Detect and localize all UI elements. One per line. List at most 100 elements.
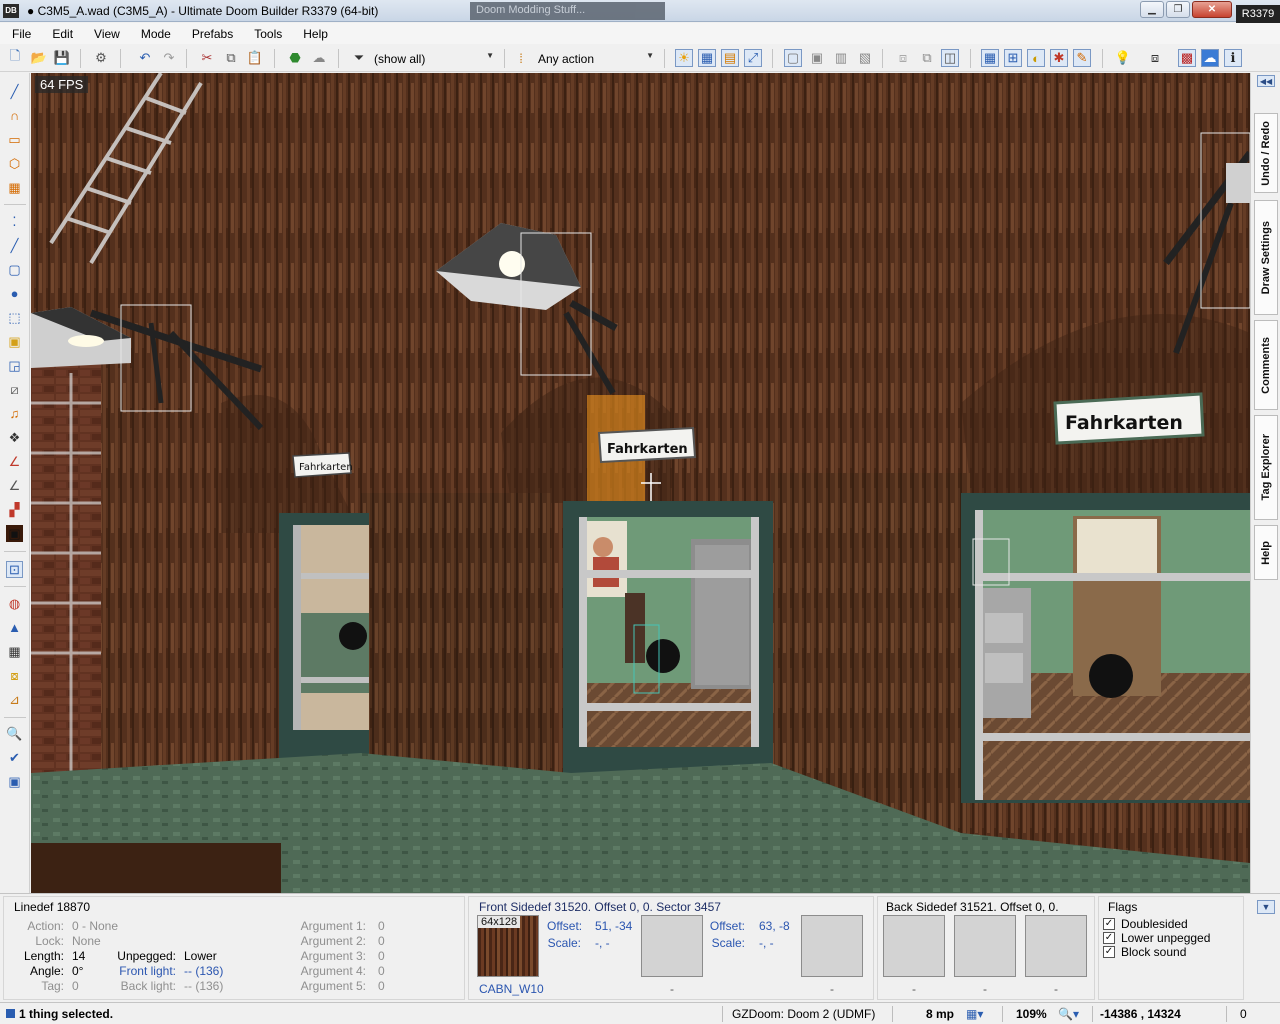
sky-icon[interactable]: ☁ [1201, 49, 1219, 67]
background-window-tab[interactable]: Doom Modding Stuff... [470, 2, 665, 20]
right-dock: ◀◀ Undo / Redo Draw Settings Comments Ta… [1250, 73, 1280, 893]
sectors-mode-icon[interactable]: ▢ [6, 261, 23, 278]
draw-grid-icon[interactable]: ▦ [6, 179, 23, 196]
draw-ellipse-icon[interactable]: ⬡ [6, 155, 23, 172]
panel-collapse-icon[interactable]: ▼ [1257, 900, 1275, 914]
grid-toggle-icon[interactable]: ▦ [698, 49, 716, 67]
linedefs-mode-icon[interactable]: ╱ [6, 237, 23, 254]
vertices-mode-icon[interactable]: ⁚ [6, 213, 23, 230]
view-ceilings-icon[interactable]: ▧ [856, 49, 874, 67]
front-upper-texture[interactable]: 64x128 [477, 915, 539, 977]
tag-range-icon[interactable]: ⧇ [6, 667, 23, 684]
copy-icon[interactable]: ⧉ [222, 49, 240, 67]
merge-sectors-icon[interactable]: ⧈ [894, 49, 912, 67]
lower-unpegged-checkbox[interactable]: ✓ [1103, 932, 1115, 944]
color-picker-icon[interactable]: ▞ [6, 501, 23, 518]
fog-icon[interactable]: ▩ [1178, 49, 1196, 67]
palette-icon[interactable]: ◍ [6, 595, 23, 612]
menu-tools[interactable]: Tools [242, 27, 291, 41]
thing-filter-select[interactable]: (show all) ▼ [374, 49, 494, 68]
front-middle-texture[interactable] [641, 915, 703, 977]
lightbulb-icon[interactable]: 💡 [1114, 49, 1132, 67]
terrain-icon[interactable]: ▲ [6, 619, 23, 636]
doublesided-checkbox[interactable]: ✓ [1103, 918, 1115, 930]
prefab-selection-icon[interactable]: ☁ [310, 49, 328, 67]
sector-overlay-icon[interactable]: ◫ [941, 49, 959, 67]
undo-icon[interactable]: ↶ [136, 49, 154, 67]
front-lower-texture[interactable] [801, 915, 863, 977]
tab-undo-redo[interactable]: Undo / Redo [1254, 113, 1278, 193]
redo-icon[interactable]: ↷ [160, 49, 178, 67]
back-lower-texture[interactable] [1025, 915, 1087, 977]
restore-button[interactable]: ❐ [1166, 1, 1190, 18]
filter-icon[interactable]: ⏷ [350, 49, 368, 67]
event-lines-icon[interactable]: ▤ [721, 49, 739, 67]
slope-icon[interactable]: ∠ [6, 453, 23, 470]
zoom-icon[interactable]: 🔍▾ [1058, 1007, 1079, 1021]
auto-align-icon[interactable]: ✎ [1073, 49, 1091, 67]
edit-selection-icon[interactable]: ⬚ [6, 309, 23, 326]
back-upper-texture[interactable] [883, 915, 945, 977]
find-icon[interactable]: 🔍 [6, 725, 23, 742]
menu-help[interactable]: Help [291, 27, 337, 41]
save-map-icon[interactable]: 💾 [53, 49, 71, 67]
block-sound-checkbox[interactable]: ✓ [1103, 946, 1115, 958]
scripts-icon[interactable]: ▣ [6, 525, 23, 542]
tab-draw-settings[interactable]: Draw Settings [1254, 200, 1278, 315]
menu-prefabs[interactable]: Prefabs [180, 27, 242, 41]
view-normal-icon[interactable]: ▢ [784, 49, 802, 67]
screenshot-icon[interactable]: ▣ [6, 773, 23, 790]
menu-view[interactable]: View [82, 27, 129, 41]
dynamic-grid-icon[interactable]: ⊞ [1004, 49, 1022, 67]
3d-viewport[interactable]: Fahrkarten Fahrkarten Fahrkarten 64 FPS [31, 73, 1250, 893]
view-brightness-icon[interactable]: ▣ [808, 49, 826, 67]
new-map-icon[interactable]: 🗋 [6, 48, 24, 67]
linedef-action-icon[interactable]: ⁞ [512, 49, 530, 67]
map-options-icon[interactable]: ⚙ [92, 49, 110, 67]
dock-collapse-icon[interactable]: ◀◀ [1257, 75, 1275, 87]
image-icon[interactable]: ⧄ [6, 381, 23, 398]
join-sectors-icon[interactable]: ⧉ [918, 49, 936, 67]
action-filter-select[interactable]: Any action ▼ [538, 49, 654, 68]
3d-floor-icon[interactable]: ❖ [6, 429, 23, 446]
menu-edit[interactable]: Edit [40, 27, 82, 41]
grid-size[interactable]: 8 mp [926, 1007, 954, 1021]
model-render-icon[interactable]: ⧈ [1146, 49, 1164, 67]
snap-grid-icon[interactable]: ▦ [981, 49, 999, 67]
front-sidedef-info: Front Sidedef 31520. Offset 0, 0. Sector… [468, 896, 874, 1000]
back-middle-texture[interactable] [954, 915, 1016, 977]
draw-rectangle-icon[interactable]: ▭ [6, 131, 23, 148]
sound-propagation-icon[interactable]: ♫ [6, 405, 23, 422]
menu-file[interactable]: File [0, 27, 40, 41]
stairs-icon[interactable]: ⊿ [6, 691, 23, 708]
bridge-icon[interactable]: ▦ [6, 643, 23, 660]
tab-tag-explorer[interactable]: Tag Explorer [1254, 415, 1278, 520]
engine-label[interactable]: GZDoom: Doom 2 (UDMF) [732, 1007, 875, 1021]
minimize-button[interactable]: ▁ [1140, 1, 1164, 18]
things-mode-icon[interactable]: ● [6, 285, 23, 302]
view-floors-icon[interactable]: ▥ [832, 49, 850, 67]
cut-icon[interactable]: ✂ [198, 49, 216, 67]
close-button[interactable]: ✕ [1192, 1, 1232, 18]
slope-vertex-icon[interactable]: ∠ [6, 477, 23, 494]
tab-help[interactable]: Help [1254, 525, 1278, 580]
draw-lines-icon[interactable]: ╱ [6, 83, 23, 100]
split-joined-icon[interactable]: ✱ [1050, 49, 1068, 67]
menu-mode[interactable]: Mode [129, 27, 180, 41]
paste-icon[interactable]: 📋 [246, 49, 264, 67]
fullbright-icon[interactable]: ☀ [675, 49, 693, 67]
make-sectors-icon[interactable]: ▣ [6, 333, 23, 350]
draw-curve-icon[interactable]: ∩ [6, 107, 23, 124]
open-map-icon[interactable]: 📂 [30, 49, 48, 67]
gzdoom-view-icon[interactable]: ⊡ [6, 561, 23, 578]
zoom-level[interactable]: 109% [1016, 1007, 1047, 1021]
grid-icon[interactable]: ▦▾ [966, 1007, 983, 1021]
tab-comments[interactable]: Comments [1254, 320, 1278, 410]
offset-label: Offset: [547, 919, 583, 933]
map-analysis-icon[interactable]: ✔ [6, 749, 23, 766]
auto-merge-icon[interactable]: ◐ [1027, 49, 1045, 67]
insert-prefab-icon[interactable]: ⬣ [286, 49, 304, 67]
visual-vertices-icon[interactable]: ⤢ [744, 49, 762, 67]
info-icon[interactable]: ℹ [1224, 49, 1242, 67]
visual-mode-icon[interactable]: ◲ [6, 357, 23, 374]
